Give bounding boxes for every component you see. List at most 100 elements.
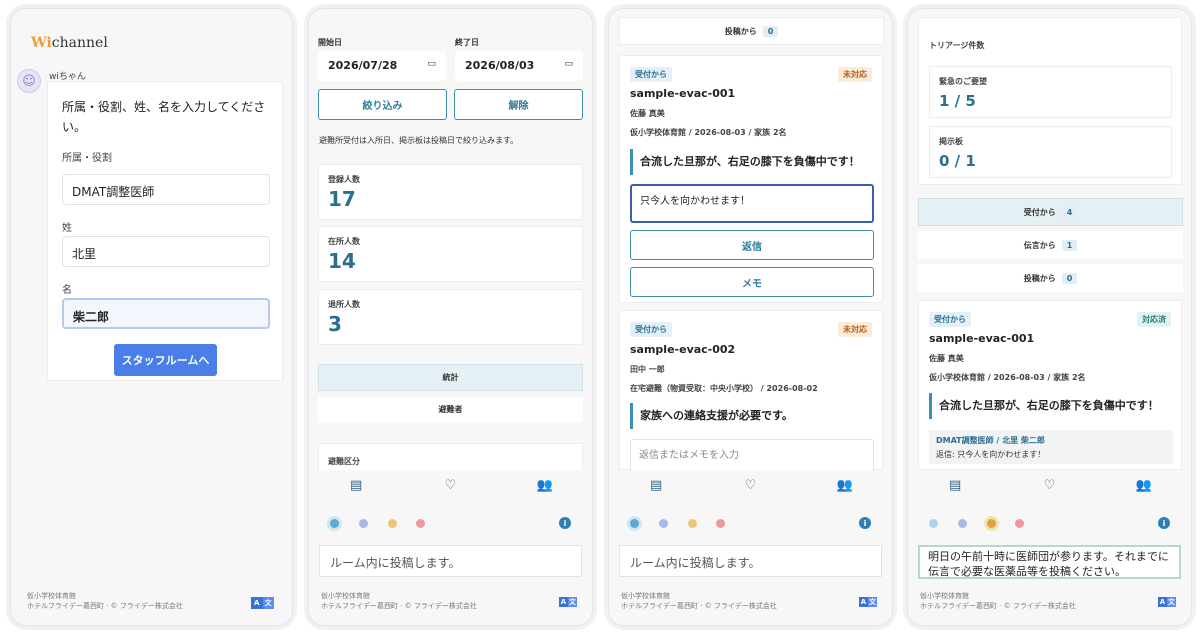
start-date-value: 2026/07/28 [328, 59, 398, 72]
urgent-requests-card: 緊急のご要望 1 / 5 [929, 66, 1172, 118]
info-icon[interactable]: i [1158, 517, 1170, 529]
affiliation-input[interactable]: DMAT調整医師 [62, 174, 270, 205]
stat-label: 登録人数 [328, 175, 360, 184]
triage-label: 掲示板 [939, 137, 963, 146]
hand-heart-icon[interactable]: ♡ [720, 478, 780, 493]
logo-wi: Wi [31, 35, 52, 51]
evac-name: 佐藤 真美 [630, 109, 665, 118]
app-logo: Wichannel [31, 35, 108, 51]
reply-button[interactable]: 返信 [630, 230, 874, 260]
clipboard-icon[interactable]: ▤ [326, 478, 386, 493]
status-badge: 未対応 [838, 322, 872, 337]
translate-icon-b: 文 [868, 597, 877, 607]
users-icon[interactable]: 👥 [1114, 478, 1174, 493]
filter-messages[interactable]: 伝言から 1 [918, 231, 1183, 259]
first-name-label: 名 [62, 285, 72, 296]
reply-input[interactable]: 只今人を向かわせます！ [630, 184, 874, 223]
last-name-input[interactable]: 北里 [62, 236, 270, 267]
end-date-input[interactable]: 2026/08/03 ▭ [455, 51, 583, 81]
reply-input[interactable]: 返信またはメモを入力 [630, 439, 874, 471]
dot-lavender[interactable] [958, 519, 967, 528]
translate-icon-b: 文 [568, 597, 577, 607]
dot-blue[interactable] [929, 519, 938, 528]
filter-label: 受付から [1023, 207, 1056, 217]
present-count-card: 在所人数 14 [318, 226, 583, 282]
filter-reception[interactable]: 受付から 4 [918, 198, 1183, 226]
tab-stats[interactable]: 統計 [318, 364, 583, 391]
translate-icon-a: A [859, 597, 868, 607]
registered-count-card: 登録人数 17 [318, 164, 583, 220]
filter-posts[interactable]: 投稿から 0 [619, 17, 884, 45]
hand-heart-icon[interactable]: ♡ [420, 478, 480, 493]
footer-venue: 仮小学校体育館 [920, 592, 969, 600]
dot-red[interactable] [416, 519, 425, 528]
footer-venue: 仮小学校体育館 [621, 592, 670, 600]
post-input[interactable]: ルーム内に投稿します。 [319, 545, 582, 577]
logo-text: channel [51, 35, 108, 51]
dot-yellow[interactable] [388, 519, 397, 528]
filter-button[interactable]: 絞り込み [318, 89, 447, 120]
footer-copyright: ホテルフライデー葛西町 · © フライデー株式会社 [321, 602, 477, 610]
stats-panel: 開始日 終了日 2026/07/28 ▭ 2026/08/03 ▭ 絞り込み 解除 … [308, 8, 593, 626]
bottom-nav: ▤ ♡ 👥 [908, 470, 1191, 500]
translate-icon-a: A [251, 597, 263, 609]
clear-button[interactable]: 解除 [454, 89, 583, 120]
translate-icon-b: 文 [262, 597, 274, 609]
stat-value: 3 [328, 312, 342, 336]
request-message: 合流した旦那が、右足の膝下を負傷中です！ [630, 149, 874, 175]
evac-id: sample-evac-001 [630, 87, 736, 100]
dot-yellow[interactable] [688, 519, 697, 528]
stat-value: 14 [328, 249, 356, 273]
dot-yellow[interactable] [987, 519, 996, 528]
translate-icon-a: A [559, 597, 568, 607]
translate-icon[interactable]: A文 [559, 597, 577, 607]
tab-evacuees[interactable]: 避難者 [318, 397, 583, 422]
request-message: 家族への連絡支援が必要です。 [630, 403, 874, 429]
post-input[interactable]: ルーム内に投稿します。 [619, 545, 882, 577]
evac-id: sample-evac-002 [630, 343, 736, 356]
evac-name: 佐藤 真美 [929, 354, 964, 363]
dot-blue[interactable] [330, 519, 339, 528]
staff-room-button[interactable]: スタッフルームへ [114, 344, 217, 376]
dot-red[interactable] [716, 519, 725, 528]
info-icon[interactable]: i [859, 517, 871, 529]
status-badge: 未対応 [838, 67, 872, 82]
request-card: 受付から 未対応 sample-evac-001 佐藤 真美 仮小学校体育館 /… [619, 55, 883, 303]
triage-panel: トリアージ件数 緊急のご要望 1 / 5 掲示板 0 / 1 受付から 4 伝言か… [907, 8, 1192, 626]
post-input[interactable]: 明日の午前十時に医師団が参ります。それまでに伝言で必要な医薬品等を投稿ください。 [918, 545, 1181, 579]
filter-label: 投稿から [724, 26, 757, 36]
footer: 仮小学校体育館 ホテルフライデー葛西町 · © フライデー株式会社 [321, 591, 477, 611]
users-icon[interactable]: 👥 [815, 478, 875, 493]
memo-button[interactable]: メモ [630, 267, 874, 297]
color-dots: i [609, 517, 892, 533]
translate-icon[interactable]: A文 [251, 597, 274, 609]
stat-label: 在所人数 [328, 237, 360, 246]
calendar-icon[interactable]: ▭ [564, 59, 573, 73]
dot-blue[interactable] [630, 519, 639, 528]
calendar-icon[interactable]: ▭ [427, 59, 436, 73]
bot-avatar: ☺ [17, 69, 41, 93]
info-icon[interactable]: i [559, 517, 571, 529]
hand-heart-icon[interactable]: ♡ [1019, 478, 1079, 493]
translate-icon-b: 文 [1167, 597, 1176, 607]
stat-value: 17 [328, 187, 356, 211]
clipboard-icon[interactable]: ▤ [925, 478, 985, 493]
dot-lavender[interactable] [659, 519, 668, 528]
filter-count: 1 [1061, 239, 1078, 251]
stat-label: 退所人数 [328, 300, 360, 309]
translate-icon[interactable]: A文 [859, 597, 877, 607]
filter-label: 伝言から [1023, 240, 1056, 250]
triage-value: 0 / 1 [939, 152, 976, 170]
end-date-value: 2026/08/03 [465, 59, 535, 72]
first-name-input[interactable]: 柴二郎 [62, 298, 270, 329]
evac-category-card: 避難区分 [318, 443, 583, 473]
dot-lavender[interactable] [359, 519, 368, 528]
users-icon[interactable]: 👥 [515, 478, 575, 493]
clipboard-icon[interactable]: ▤ [626, 478, 686, 493]
start-date-input[interactable]: 2026/07/28 ▭ [318, 51, 446, 81]
translate-icon[interactable]: A文 [1158, 597, 1176, 607]
reception-panel: 投稿から 0 受付から 未対応 sample-evac-001 佐藤 真美 仮小学… [608, 8, 893, 626]
footer-copyright: ホテルフライデー葛西町 · © フライデー株式会社 [621, 602, 777, 610]
filter-posts[interactable]: 投稿から 0 [918, 264, 1183, 292]
dot-red[interactable] [1015, 519, 1024, 528]
